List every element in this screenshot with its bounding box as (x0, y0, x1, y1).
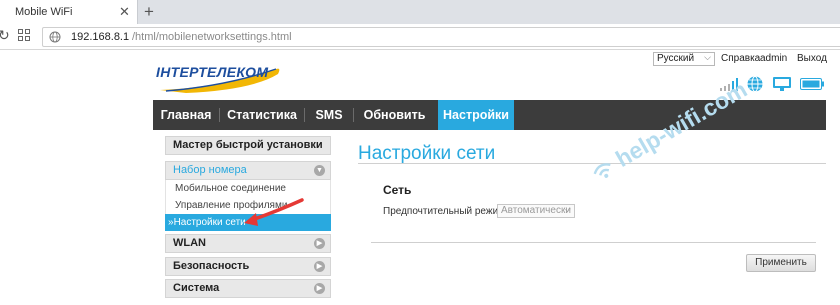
preferred-mode-label: Предпочтительный режим: (383, 206, 508, 217)
intertelecom-logo: ІНТЕРТЕЛЕКОМ (156, 62, 286, 93)
sidebar-item-mobile-connection[interactable]: Мобильное соединение (165, 180, 331, 197)
nav-settings[interactable]: Настройки (438, 100, 514, 130)
language-select[interactable]: Русский (653, 51, 715, 66)
monitor-icon (773, 77, 791, 91)
sidebar-quick-setup[interactable]: Мастер быстрой установки (165, 136, 331, 155)
url-host: 192.168.8.1 (71, 31, 130, 43)
chevron-right-icon: ▶ (314, 261, 325, 272)
sidebar-item-label: Система (173, 282, 220, 294)
sidebar-item-label: Набор номера (173, 164, 247, 176)
sidebar-security[interactable]: Безопасность ▶ (165, 257, 331, 276)
url-path: /html/mobilenetworksettings.html (132, 31, 292, 43)
nav-update[interactable]: Обновить (354, 100, 435, 130)
chevron-right-icon: ▶ (314, 283, 325, 294)
globe-icon (49, 31, 61, 43)
user-label: admin (760, 53, 788, 64)
sidebar-wlan[interactable]: WLAN ▶ (165, 234, 331, 253)
page-title: Настройки сети (358, 143, 496, 164)
nav-statistics[interactable]: Статистика (220, 100, 304, 130)
apps-grid-icon[interactable] (18, 29, 30, 41)
wifi-watermark-icon (593, 163, 611, 178)
nav-sms[interactable]: SMS (305, 100, 353, 130)
sidebar-dialup[interactable]: Набор номера ▼ (165, 161, 331, 180)
browser-tab-bar: Mobile WiFi ✕ + (0, 0, 840, 24)
sidebar-item-label: Настройки сети (173, 217, 246, 228)
preferred-mode-select[interactable]: Автоматически (497, 203, 575, 218)
form-divider (371, 242, 816, 243)
reload-icon[interactable]: ↻ (0, 27, 10, 44)
close-tab-icon[interactable]: ✕ (119, 4, 130, 20)
logout-link[interactable]: Выход (797, 53, 827, 64)
tab-title: Mobile WiFi (15, 6, 73, 18)
new-tab-icon[interactable]: + (144, 2, 154, 22)
url-field[interactable]: 192.168.8.1 /html/mobilenetworksettings.… (42, 27, 840, 47)
logo-text: ІНТЕРТЕЛЕКОМ (156, 64, 269, 80)
battery-icon (800, 78, 824, 90)
sidebar-item-label: Мастер быстрой установки (173, 139, 323, 151)
section-title: Сеть (383, 183, 412, 197)
red-arrow-annotation (244, 198, 304, 226)
browser-tab[interactable]: Mobile WiFi ✕ (0, 0, 138, 24)
sidebar-item-label: WLAN (173, 237, 206, 249)
watermark: help-wifi.com (587, 76, 752, 187)
sidebar-item-label: Безопасность (173, 260, 250, 272)
help-link[interactable]: Справка (721, 53, 760, 64)
sidebar-system[interactable]: Система ▶ (165, 279, 331, 298)
nav-home[interactable]: Главная (153, 100, 219, 130)
chevron-down-icon: ▼ (314, 165, 325, 176)
chevron-right-icon: ▶ (314, 238, 325, 249)
address-bar: ↻ 192.168.8.1 /html/mobilenetworksetting… (0, 24, 840, 50)
apply-button[interactable]: Применить (746, 254, 816, 272)
network-globe-icon (747, 76, 763, 92)
